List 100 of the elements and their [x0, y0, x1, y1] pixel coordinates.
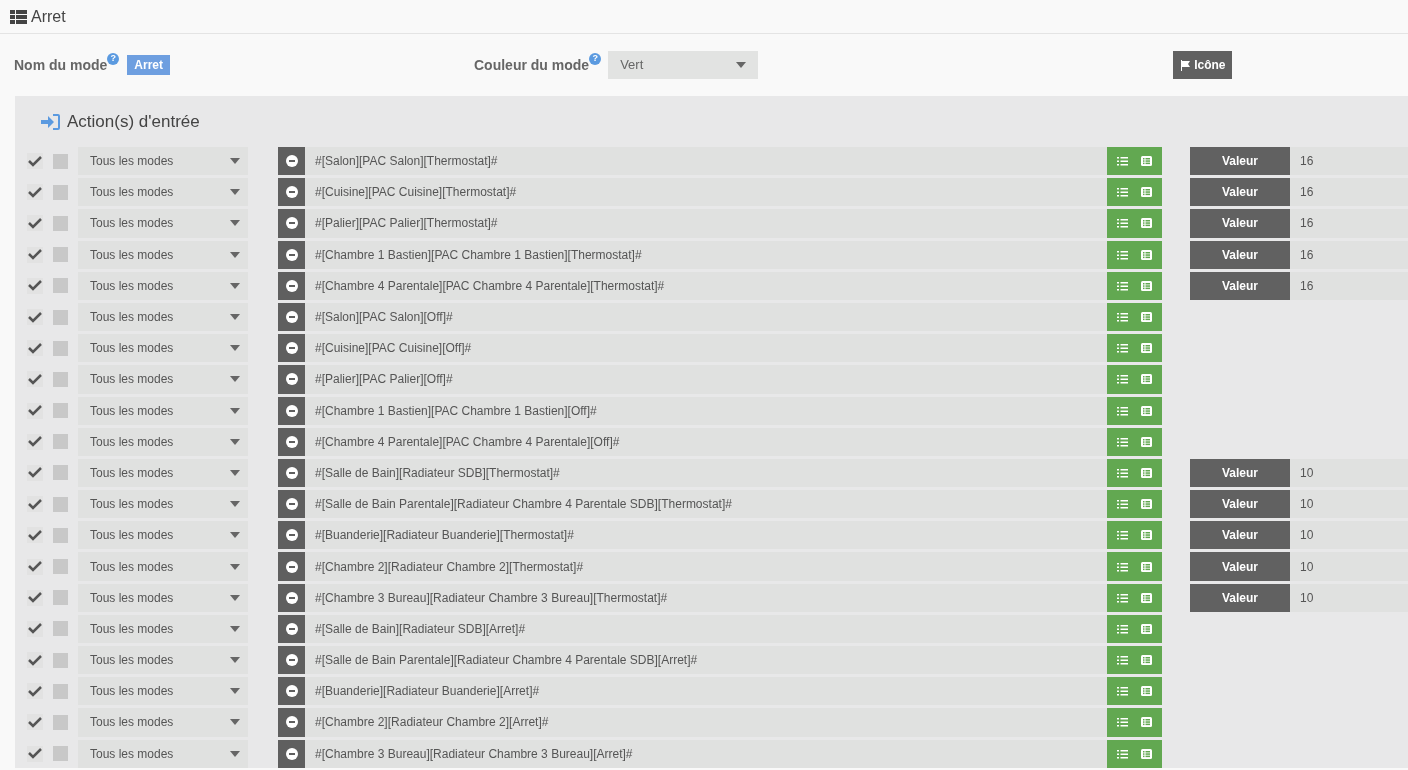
list-box-icon[interactable]	[1140, 717, 1152, 728]
mode-select[interactable]: Tous les modes	[78, 427, 248, 456]
list-box-icon[interactable]	[1140, 655, 1152, 666]
list-box-icon[interactable]	[1140, 249, 1152, 260]
enabled-checkbox[interactable]	[27, 309, 43, 326]
checkbox[interactable]	[53, 403, 68, 419]
list-box-icon[interactable]	[1140, 467, 1152, 478]
checkbox[interactable]	[53, 590, 68, 606]
checklist-icon[interactable]	[1117, 436, 1129, 447]
remove-button[interactable]	[278, 240, 305, 269]
remove-button[interactable]	[278, 334, 305, 363]
enabled-checkbox[interactable]	[27, 371, 43, 388]
remove-button[interactable]	[278, 708, 305, 737]
checklist-icon[interactable]	[1117, 686, 1129, 697]
remove-button[interactable]	[278, 178, 305, 207]
list-box-icon[interactable]	[1140, 156, 1152, 167]
enabled-checkbox[interactable]	[27, 714, 43, 731]
command-field[interactable]: #[Buanderie][Radiateur Buanderie][Arret]#	[305, 677, 1107, 706]
list-box-icon[interactable]	[1140, 374, 1152, 385]
mode-select[interactable]: Tous les modes	[78, 677, 248, 706]
checklist-icon[interactable]	[1117, 623, 1129, 634]
mode-select[interactable]: Tous les modes	[78, 708, 248, 737]
mode-select[interactable]: Tous les modes	[78, 240, 248, 269]
command-field[interactable]: #[Buanderie][Radiateur Buanderie][Thermostat]#	[305, 521, 1107, 550]
remove-button[interactable]	[278, 521, 305, 550]
checklist-icon[interactable]	[1117, 343, 1129, 354]
value-button[interactable]: Valeur	[1190, 490, 1290, 519]
checkbox[interactable]	[53, 434, 68, 450]
list-box-icon[interactable]	[1140, 436, 1152, 447]
remove-button[interactable]	[278, 614, 305, 643]
list-box-icon[interactable]	[1140, 312, 1152, 323]
mode-select[interactable]: Tous les modes	[78, 365, 248, 394]
enabled-checkbox[interactable]	[27, 745, 43, 762]
enabled-checkbox[interactable]	[27, 277, 43, 294]
checklist-icon[interactable]	[1117, 748, 1129, 759]
checkbox[interactable]	[53, 309, 68, 325]
mode-select[interactable]: Tous les modes	[78, 490, 248, 519]
list-box-icon[interactable]	[1140, 592, 1152, 603]
enabled-checkbox[interactable]	[27, 527, 43, 544]
remove-button[interactable]	[278, 458, 305, 488]
mode-select[interactable]: Tous les modes	[78, 178, 248, 207]
enabled-checkbox[interactable]	[27, 620, 43, 637]
checklist-icon[interactable]	[1117, 280, 1129, 291]
mode-select[interactable]: Tous les modes	[78, 302, 248, 332]
checkbox[interactable]	[53, 652, 68, 668]
enabled-checkbox[interactable]	[27, 464, 43, 481]
list-box-icon[interactable]	[1140, 623, 1152, 634]
mode-select[interactable]: Tous les modes	[78, 646, 248, 675]
value-field[interactable]: 10	[1290, 552, 1408, 581]
command-field[interactable]: #[Salle de Bain][Radiateur SDB][Arret]#	[305, 614, 1107, 643]
mode-select[interactable]: Tous les modes	[78, 739, 248, 768]
checkbox[interactable]	[53, 714, 68, 730]
command-field[interactable]: #[Salle de Bain Parentale][Radiateur Chambre 4 Parentale SDB][Thermostat]#	[305, 490, 1107, 519]
enabled-checkbox[interactable]	[27, 184, 43, 201]
value-button[interactable]: Valeur	[1190, 271, 1290, 300]
checkbox[interactable]	[53, 278, 68, 294]
value-button[interactable]: Valeur	[1190, 583, 1290, 612]
list-box-icon[interactable]	[1140, 343, 1152, 354]
remove-button[interactable]	[278, 365, 305, 394]
enabled-checkbox[interactable]	[27, 496, 43, 513]
command-field[interactable]: #[Palier][PAC Palier][Thermostat]#	[305, 209, 1107, 238]
checklist-icon[interactable]	[1117, 592, 1129, 603]
checkbox[interactable]	[53, 496, 68, 512]
remove-button[interactable]	[278, 490, 305, 519]
value-field[interactable]: 16	[1290, 147, 1408, 176]
checkbox[interactable]	[53, 559, 68, 575]
checklist-icon[interactable]	[1117, 561, 1129, 572]
remove-button[interactable]	[278, 646, 305, 675]
command-field[interactable]: #[Salon][PAC Salon][Off]#	[305, 302, 1107, 332]
enabled-checkbox[interactable]	[27, 402, 43, 419]
command-field[interactable]: #[Chambre 4 Parentale][PAC Chambre 4 Parentale][Thermostat]#	[305, 271, 1107, 300]
mode-select[interactable]: Tous les modes	[78, 458, 248, 488]
value-field[interactable]: 10	[1290, 458, 1408, 488]
checkbox[interactable]	[53, 215, 68, 231]
list-box-icon[interactable]	[1140, 499, 1152, 510]
command-field[interactable]: #[Palier][PAC Palier][Off]#	[305, 365, 1107, 394]
command-field[interactable]: #[Chambre 1 Bastien][PAC Chambre 1 Bastien][Thermostat]#	[305, 240, 1107, 269]
checklist-icon[interactable]	[1117, 249, 1129, 260]
checkbox[interactable]	[53, 184, 68, 200]
checklist-icon[interactable]	[1117, 499, 1129, 510]
command-field[interactable]: #[Salle de Bain Parentale][Radiateur Chambre 4 Parentale SDB][Arret]#	[305, 646, 1107, 675]
command-field[interactable]: #[Cuisine][PAC Cuisine][Thermostat]#	[305, 178, 1107, 207]
mode-select[interactable]: Tous les modes	[78, 396, 248, 425]
mode-color-select[interactable]: Vert	[608, 51, 759, 79]
mode-select[interactable]: Tous les modes	[78, 334, 248, 363]
enabled-checkbox[interactable]	[27, 340, 43, 357]
checklist-icon[interactable]	[1117, 187, 1129, 198]
command-field[interactable]: #[Chambre 3 Bureau][Radiateur Chambre 3 Bureau][Thermostat]#	[305, 583, 1107, 612]
mode-select[interactable]: Tous les modes	[78, 583, 248, 612]
command-field[interactable]: #[Salon][PAC Salon][Thermostat]#	[305, 147, 1107, 176]
command-field[interactable]: #[Cuisine][PAC Cuisine][Off]#	[305, 334, 1107, 363]
checklist-icon[interactable]	[1117, 717, 1129, 728]
checkbox[interactable]	[53, 683, 68, 699]
value-button[interactable]: Valeur	[1190, 147, 1290, 176]
list-box-icon[interactable]	[1140, 686, 1152, 697]
enabled-checkbox[interactable]	[27, 153, 43, 170]
enabled-checkbox[interactable]	[27, 558, 43, 575]
checkbox[interactable]	[53, 371, 68, 387]
remove-button[interactable]	[278, 583, 305, 612]
enabled-checkbox[interactable]	[27, 683, 43, 700]
